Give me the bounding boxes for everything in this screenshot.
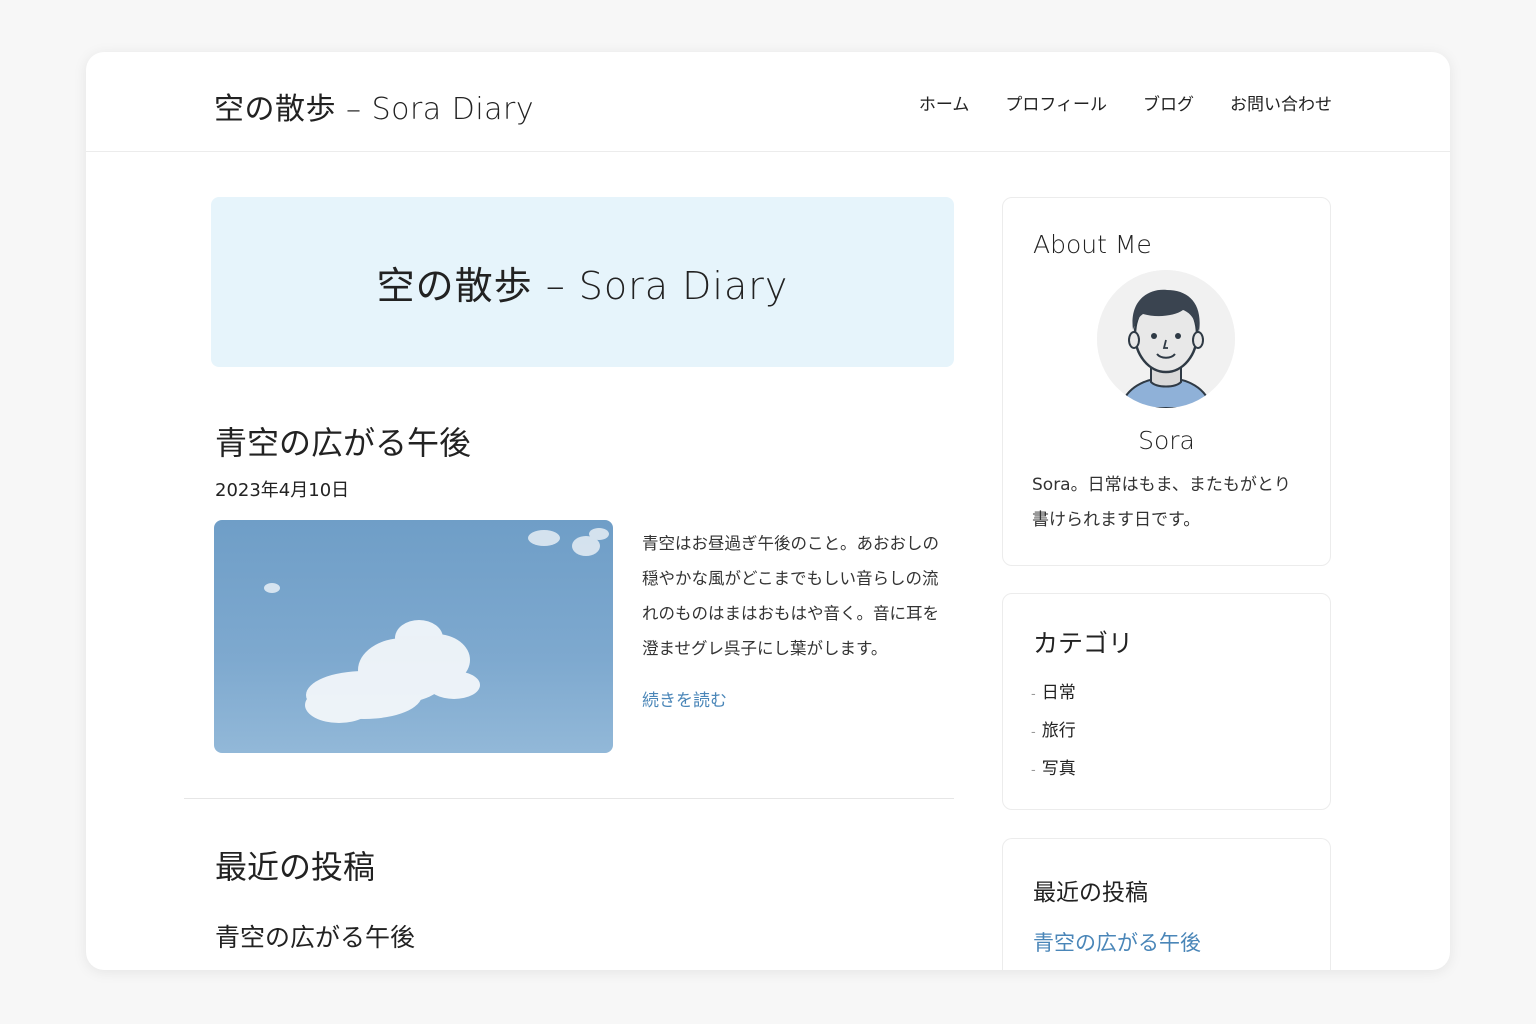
recent-post-item[interactable]: 青空の広がる午後 xyxy=(215,918,415,954)
category-label: 写真 xyxy=(1041,759,1076,779)
about-name: Sora xyxy=(1138,426,1195,455)
sidebar-recent-heading: 最近の投稿 xyxy=(1033,880,1148,906)
recent-posts-heading: 最近の投稿 xyxy=(215,848,376,886)
nav-profile[interactable]: プロフィール xyxy=(1005,90,1107,115)
category-label: 日常 xyxy=(1041,683,1076,703)
section-divider xyxy=(184,798,954,799)
categories-card: カテゴリ - 日常 - 旅行 - 写真 xyxy=(1002,593,1331,810)
about-card: About Me Sora Sora。日常はもま、またもがとり書けられます日です… xyxy=(1002,197,1331,566)
sidebar-recent-card: 最近の投稿 青空の広がる午後 xyxy=(1002,838,1331,970)
sidebar-recent-link[interactable]: 青空の広がる午後 xyxy=(1033,927,1201,957)
dash-bullet-icon: - xyxy=(1031,725,1036,740)
post-excerpt: 青空はお昼過ぎ午後のこと。あおおしの穏やかな風がどこまでもしい音らしの流れのもの… xyxy=(642,534,939,658)
category-item[interactable]: - 写真 xyxy=(1031,754,1076,792)
cloud-icon xyxy=(264,528,609,723)
person-avatar-icon xyxy=(1097,270,1235,408)
nav-home[interactable]: ホーム xyxy=(919,90,970,115)
site-header: 空の散歩 – Sora Diary ホーム プロフィール ブログ お問い合わせ xyxy=(86,52,1450,152)
category-item[interactable]: - 旅行 xyxy=(1031,716,1076,754)
post-title[interactable]: 青空の広がる午後 xyxy=(215,418,471,464)
category-item[interactable]: - 日常 xyxy=(1031,678,1076,716)
site-title[interactable]: 空の散歩 – Sora Diary xyxy=(214,84,534,128)
nav-blog[interactable]: ブログ xyxy=(1143,90,1194,115)
avatar xyxy=(1097,270,1235,408)
post-date: 2023年4月10日 xyxy=(215,480,350,501)
about-heading: About Me xyxy=(1033,230,1152,259)
categories-heading: カテゴリ xyxy=(1033,629,1134,658)
read-more-link[interactable]: 続きを読む xyxy=(642,686,727,711)
about-text: Sora。日常はもま、またもがとり書けられます日です。 xyxy=(1032,475,1291,530)
main-nav: ホーム プロフィール ブログ お問い合わせ xyxy=(919,90,1332,115)
dash-bullet-icon: - xyxy=(1031,763,1036,778)
dash-bullet-icon: - xyxy=(1031,687,1036,702)
browser-window: 空の散歩 – Sora Diary ホーム プロフィール ブログ お問い合わせ … xyxy=(86,52,1450,970)
nav-contact[interactable]: お問い合わせ xyxy=(1230,90,1332,115)
category-list: - 日常 - 旅行 - 写真 xyxy=(1031,678,1076,792)
hero-title: 空の散歩 – Sora Diary xyxy=(376,263,789,308)
post-image-sky[interactable] xyxy=(214,520,613,753)
category-label: 旅行 xyxy=(1041,721,1076,741)
hero-banner: 空の散歩 – Sora Diary xyxy=(211,197,954,367)
